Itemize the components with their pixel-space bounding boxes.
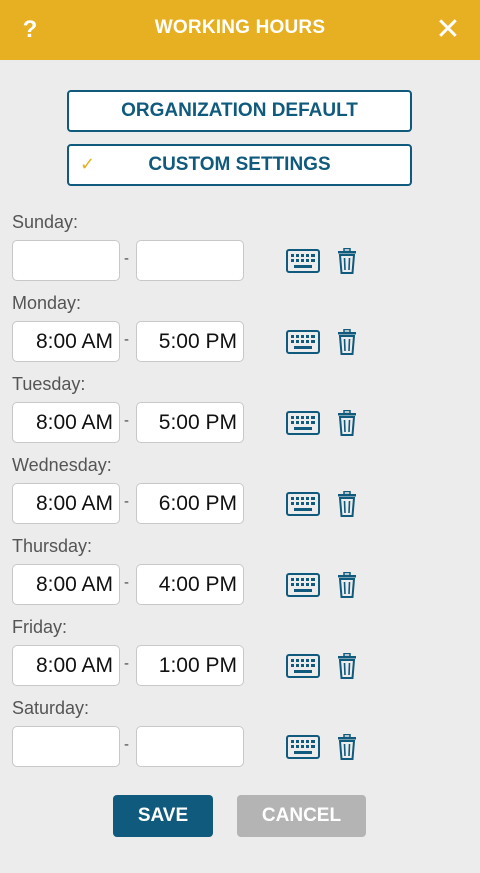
start-time-input[interactable]: [12, 483, 120, 524]
keyboard-icon[interactable]: [286, 654, 320, 678]
day-label: Saturday:: [12, 698, 90, 718]
end-time-input[interactable]: [136, 402, 244, 443]
custom-settings-button[interactable]: ✓ CUSTOM SETTINGS: [67, 144, 412, 186]
end-time-input[interactable]: [136, 240, 244, 281]
time-separator: -: [124, 331, 129, 348]
day-row-tuesday: Tuesday: -: [12, 374, 472, 455]
day-label: Friday:: [12, 617, 68, 637]
day-row-friday: Friday: -: [12, 617, 472, 698]
day-label: Sunday:: [12, 212, 79, 232]
trash-icon[interactable]: [337, 734, 357, 760]
day-row-sunday: Sunday: -: [12, 212, 472, 293]
start-time-input[interactable]: [12, 402, 120, 443]
close-button[interactable]: ✕: [434, 14, 462, 46]
end-time-input[interactable]: [136, 321, 244, 362]
start-time-input[interactable]: [12, 321, 120, 362]
organization-default-button[interactable]: ORGANIZATION DEFAULT: [67, 90, 412, 132]
start-time-input[interactable]: [12, 564, 120, 605]
end-time-input[interactable]: [136, 483, 244, 524]
save-button[interactable]: SAVE: [113, 795, 213, 837]
dialog-title: WORKING HOURS: [154, 17, 326, 38]
keyboard-icon[interactable]: [286, 573, 320, 597]
end-time-input[interactable]: [136, 564, 244, 605]
day-label: Monday:: [12, 293, 82, 313]
start-time-input[interactable]: [12, 645, 120, 686]
start-time-input[interactable]: [12, 726, 120, 767]
keyboard-icon[interactable]: [286, 330, 320, 354]
trash-icon[interactable]: [337, 491, 357, 517]
cancel-button[interactable]: CANCEL: [237, 795, 366, 837]
day-label: Wednesday:: [12, 455, 112, 475]
trash-icon[interactable]: [337, 410, 357, 436]
organization-default-label: ORGANIZATION DEFAULT: [121, 100, 358, 121]
end-time-input[interactable]: [136, 726, 244, 767]
keyboard-icon[interactable]: [286, 735, 320, 759]
trash-icon[interactable]: [337, 248, 357, 274]
day-row-thursday: Thursday: -: [12, 536, 472, 617]
keyboard-icon[interactable]: [286, 492, 320, 516]
time-separator: -: [124, 493, 129, 510]
time-separator: -: [124, 736, 129, 753]
day-row-monday: Monday: -: [12, 293, 472, 374]
time-separator: -: [124, 574, 129, 591]
trash-icon[interactable]: [337, 329, 357, 355]
time-separator: -: [124, 250, 129, 267]
day-label: Thursday:: [12, 536, 93, 556]
time-separator: -: [124, 655, 129, 672]
dialog-header: ? WORKING HOURS ✕: [0, 0, 480, 60]
keyboard-icon[interactable]: [286, 249, 320, 273]
day-row-saturday: Saturday: -: [12, 698, 472, 779]
keyboard-icon[interactable]: [286, 411, 320, 435]
time-separator: -: [124, 412, 129, 429]
checkmark-icon: ✓: [80, 154, 96, 174]
end-time-input[interactable]: [136, 645, 244, 686]
trash-icon[interactable]: [337, 572, 357, 598]
trash-icon[interactable]: [337, 653, 357, 679]
day-label: Tuesday:: [12, 374, 86, 394]
start-time-input[interactable]: [12, 240, 120, 281]
day-row-wednesday: Wednesday: -: [12, 455, 472, 536]
custom-settings-label: CUSTOM SETTINGS: [148, 154, 331, 175]
